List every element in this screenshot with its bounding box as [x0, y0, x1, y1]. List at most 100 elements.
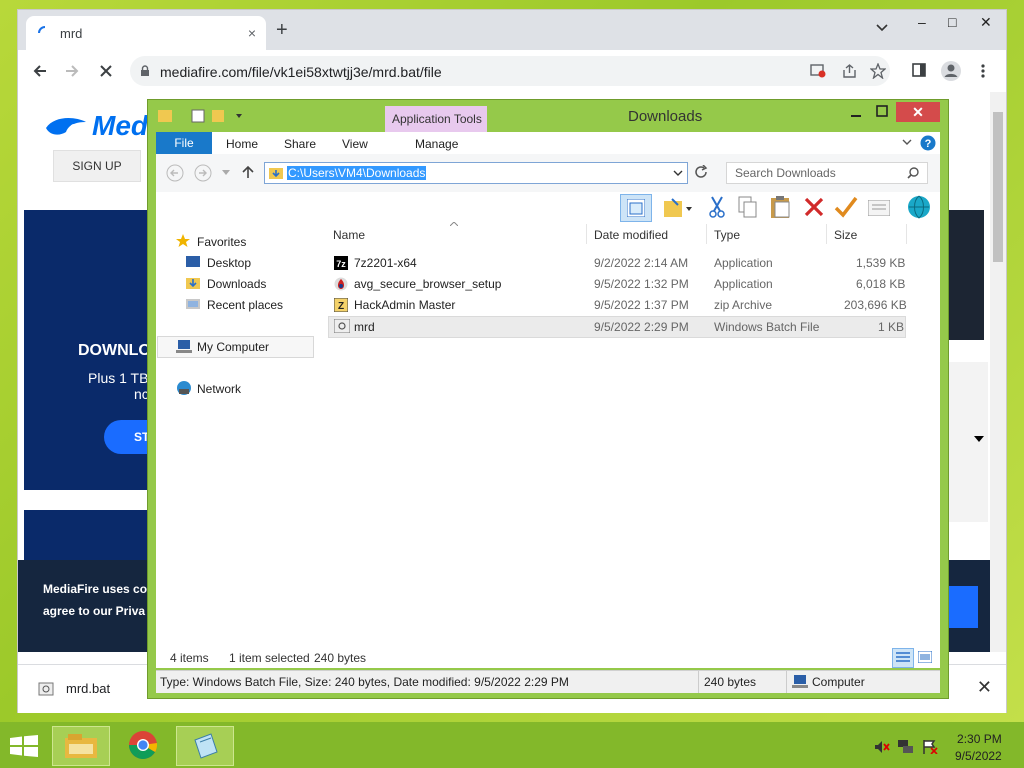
- network-icon: [177, 381, 191, 395]
- preview-pane-button[interactable]: [620, 194, 652, 222]
- volume-muted-icon[interactable]: [874, 740, 890, 754]
- nav-recent-places[interactable]: Recent places: [207, 298, 283, 312]
- tab-view[interactable]: View: [342, 137, 368, 151]
- explorer-close-button[interactable]: ✕: [896, 102, 940, 122]
- explorer-maximize-icon[interactable]: [876, 105, 888, 117]
- browser-minimize-button[interactable]: –: [918, 14, 926, 30]
- page-scrollbar[interactable]: [990, 92, 1006, 652]
- column-size[interactable]: Size: [834, 228, 857, 242]
- action-center-flag-icon[interactable]: [922, 740, 938, 754]
- promo-heading: DOWNLO: [78, 342, 151, 359]
- tab-close-icon[interactable]: ×: [248, 25, 256, 41]
- stop-loading-icon[interactable]: [98, 63, 114, 79]
- nav-downloads[interactable]: Downloads: [207, 277, 266, 291]
- file-row[interactable]: 7z 7z2201-x64 9/2/2022 2:14 AM Applicati…: [328, 253, 905, 273]
- file-row-selected[interactable]: mrd 9/5/2022 2:29 PM Windows Batch File …: [328, 316, 906, 338]
- large-icons-view-icon[interactable]: [918, 651, 932, 663]
- quick-access-toolbar-icon[interactable]: [158, 106, 248, 126]
- menu-kebab-icon[interactable]: [980, 63, 986, 79]
- delete-x-icon[interactable]: [804, 197, 824, 217]
- favorites-star-icon: [176, 234, 190, 247]
- back-arrow-icon[interactable]: [32, 63, 48, 79]
- nav-network[interactable]: Network: [197, 382, 241, 396]
- tab-share[interactable]: Share: [284, 137, 316, 151]
- explorer-minimize-icon[interactable]: [850, 108, 862, 118]
- bookmark-star-icon[interactable]: [870, 63, 886, 79]
- taskbar: 2:30 PM 9/5/2022: [0, 722, 1024, 768]
- navigation-pane: Favorites Desktop Downloads Recent place…: [156, 222, 316, 646]
- checkmark-icon[interactable]: [834, 196, 858, 218]
- nav-my-computer[interactable]: My Computer: [197, 340, 269, 354]
- taskbar-app[interactable]: [176, 726, 234, 766]
- explorer-address-bar[interactable]: C:\Users\VM4\Downloads: [264, 162, 688, 184]
- folder-options-icon[interactable]: [664, 197, 694, 219]
- windows-start-icon[interactable]: [10, 735, 38, 757]
- help-icon[interactable]: ?: [920, 135, 936, 151]
- file-size: 1 KB: [878, 320, 905, 334]
- details-view-button[interactable]: [892, 648, 914, 668]
- cut-scissors-icon[interactable]: [708, 196, 726, 218]
- column-type[interactable]: Type: [714, 228, 740, 242]
- refresh-icon[interactable]: [694, 165, 708, 179]
- details-info: Type: Windows Batch File, Size: 240 byte…: [160, 675, 569, 689]
- desktop-icon: [186, 256, 200, 267]
- downloads-nav-folder-icon: [186, 278, 200, 289]
- up-arrow-icon[interactable]: [242, 165, 254, 179]
- blocked-popup-icon[interactable]: [810, 64, 826, 78]
- tab-manage[interactable]: Manage: [415, 137, 458, 151]
- column-divider[interactable]: [586, 224, 587, 244]
- globe-icon[interactable]: [906, 195, 932, 219]
- command-bar: [156, 192, 940, 222]
- file-type: Application: [714, 277, 773, 291]
- copy-icon[interactable]: [738, 196, 758, 218]
- scrollbar-thumb[interactable]: [993, 112, 1003, 262]
- recent-locations-chevron-icon[interactable]: [222, 170, 230, 176]
- browser-maximize-button[interactable]: □: [948, 14, 956, 30]
- column-divider[interactable]: [826, 224, 827, 244]
- taskbar-chrome[interactable]: [116, 726, 172, 764]
- search-placeholder: Search Downloads: [735, 166, 836, 180]
- details-location: Computer: [812, 675, 865, 689]
- taskbar-file-explorer[interactable]: [52, 726, 110, 766]
- new-tab-button[interactable]: +: [276, 20, 288, 40]
- search-icon[interactable]: [907, 167, 919, 179]
- properties-icon[interactable]: [868, 200, 890, 216]
- sign-up-button[interactable]: SIGN UP: [53, 150, 141, 182]
- network-tray-icon[interactable]: [898, 740, 914, 754]
- profile-avatar-icon[interactable]: [940, 60, 962, 82]
- close-download-shelf-icon[interactable]: ✕: [977, 677, 992, 698]
- paste-icon[interactable]: [770, 195, 792, 219]
- ribbon-expand-icon[interactable]: [902, 139, 912, 147]
- file-row[interactable]: Z HackAdmin Master 9/5/2022 1:37 PM zip …: [328, 295, 907, 315]
- tab-search-chevron-icon[interactable]: [876, 24, 888, 32]
- cookie-text-2: agree to our Priva: [43, 604, 146, 618]
- file-date: 9/2/2022 2:14 AM: [594, 256, 689, 270]
- address-dropdown-icon[interactable]: [673, 170, 683, 176]
- explorer-forward-icon[interactable]: [194, 164, 212, 182]
- downloaded-filename[interactable]: mrd.bat: [66, 681, 110, 696]
- svg-text:Z: Z: [338, 301, 344, 312]
- explorer-title: Downloads: [628, 108, 703, 125]
- recent-places-icon: [186, 299, 200, 309]
- system-clock[interactable]: 2:30 PM 9/5/2022: [955, 732, 1002, 763]
- share-icon[interactable]: [842, 64, 858, 78]
- file-explorer-icon: [65, 734, 97, 758]
- browser-close-button[interactable]: ✕: [980, 14, 992, 31]
- column-divider[interactable]: [706, 224, 707, 244]
- explorer-back-icon[interactable]: [166, 164, 184, 182]
- tab-file[interactable]: File: [156, 132, 212, 154]
- tab-home[interactable]: Home: [226, 137, 258, 151]
- column-name[interactable]: Name: [333, 228, 365, 242]
- column-date-modified[interactable]: Date modified: [594, 228, 668, 242]
- svg-text:?: ?: [925, 138, 932, 150]
- side-panel-icon[interactable]: [912, 63, 926, 77]
- nav-desktop[interactable]: Desktop: [207, 256, 251, 270]
- dropdown-arrow-icon[interactable]: [974, 436, 984, 442]
- address-bar[interactable]: mediafire.com/file/vk1ei58xtwtjj3e/mrd.b…: [130, 56, 890, 86]
- file-row[interactable]: avg_secure_browser_setup 9/5/2022 1:32 P…: [328, 274, 905, 294]
- nav-favorites[interactable]: Favorites: [197, 235, 246, 249]
- column-divider[interactable]: [906, 224, 907, 244]
- browser-tab[interactable]: mrd ×: [26, 16, 266, 50]
- forward-arrow-icon[interactable]: [64, 63, 80, 79]
- search-downloads-input[interactable]: Search Downloads: [726, 162, 928, 184]
